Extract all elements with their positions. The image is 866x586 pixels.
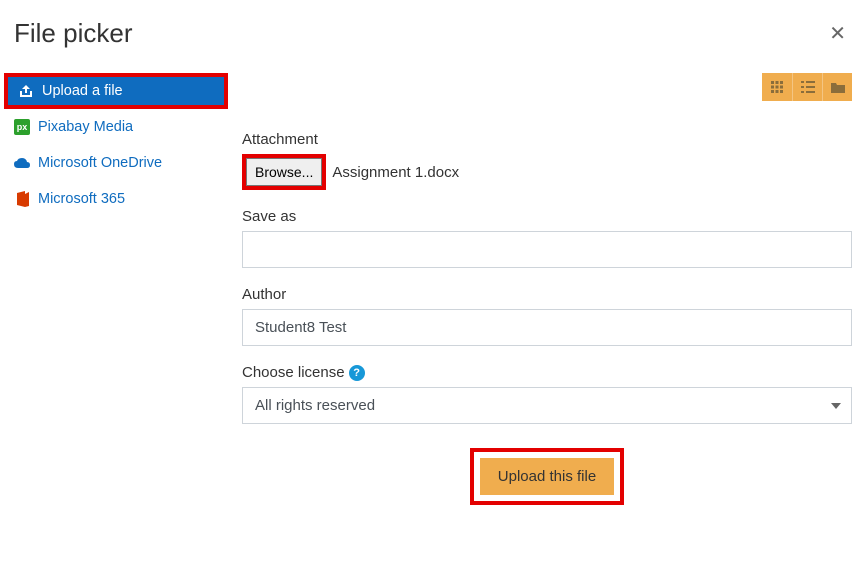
onedrive-icon: [14, 155, 30, 171]
pixabay-icon: px: [14, 119, 30, 135]
main-panel: Attachment Browse... Assignment 1.docx S…: [232, 63, 866, 515]
author-input[interactable]: [242, 309, 852, 346]
sidebar-item-label: Microsoft OneDrive: [38, 155, 162, 171]
browse-button[interactable]: Browse...: [246, 158, 322, 186]
view-icons-button[interactable]: [762, 73, 792, 101]
sidebar-item-label: Pixabay Media: [38, 119, 133, 135]
upload-icon: [18, 83, 34, 99]
sidebar-item-pixabay[interactable]: px Pixabay Media: [0, 109, 232, 145]
view-toolbar: [242, 73, 852, 101]
sidebar-item-upload[interactable]: Upload a file: [4, 73, 228, 109]
sidebar-item-onedrive[interactable]: Microsoft OneDrive: [0, 145, 232, 181]
license-select[interactable]: All rights reserved: [242, 387, 852, 424]
selected-filename: Assignment 1.docx: [332, 164, 459, 181]
author-label: Author: [242, 286, 852, 303]
sidebar-item-m365[interactable]: Microsoft 365: [0, 181, 232, 217]
help-icon[interactable]: ?: [349, 365, 365, 381]
saveas-input[interactable]: [242, 231, 852, 268]
close-icon[interactable]: ✕: [829, 21, 846, 46]
page-title: File picker: [14, 18, 132, 49]
view-tree-button[interactable]: [822, 73, 852, 101]
sidebar-item-label: Upload a file: [42, 83, 123, 99]
sidebar-item-label: Microsoft 365: [38, 191, 125, 207]
saveas-label: Save as: [242, 208, 852, 225]
license-label: Choose license: [242, 364, 345, 381]
attachment-label: Attachment: [242, 131, 852, 148]
view-list-button[interactable]: [792, 73, 822, 101]
upload-button[interactable]: Upload this file: [480, 458, 614, 495]
sidebar: Upload a file px Pixabay Media Microsoft…: [0, 63, 232, 515]
m365-icon: [14, 191, 30, 207]
